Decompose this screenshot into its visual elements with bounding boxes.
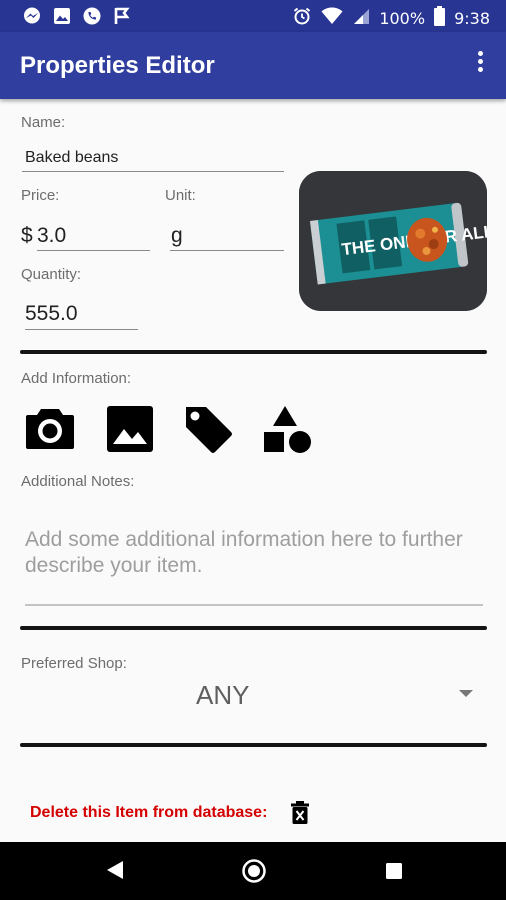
unit-field-underline [170,250,284,251]
messenger-icon [22,6,42,31]
chevron-down-icon[interactable] [459,690,473,697]
item-photo[interactable]: THE ONE FOR ALL [299,171,487,311]
notes-input[interactable]: Add some additional information here to … [25,527,465,579]
battery-icon [434,6,446,31]
delete-item-label: Delete this Item from database: [30,804,268,821]
camera-icon[interactable] [24,403,76,455]
preferred-shop-label: Preferred Shop: [21,655,127,672]
tag-icon[interactable] [182,403,234,455]
gallery-icon[interactable] [104,403,156,455]
wifi-icon [321,7,343,30]
shop-select[interactable]: ANY [196,680,249,711]
divider [20,350,487,354]
name-label: Name: [21,114,66,131]
overflow-menu-icon[interactable] [468,48,492,80]
currency-symbol: $ [21,224,33,247]
name-field[interactable]: Baked beans [25,149,118,167]
divider [20,626,487,630]
navigation-bar [0,842,506,900]
name-field-underline [22,171,284,172]
price-field-underline [37,250,150,251]
unit-label: Unit: [165,187,196,204]
price-label: Price: [21,187,60,204]
page-title: Properties Editor [20,52,215,79]
quantity-label: Quantity: [21,266,82,283]
phone-icon [82,6,102,31]
alarm-icon [292,6,312,31]
quantity-field-underline [25,329,138,330]
battery-percent: 100% [379,9,426,28]
additional-notes-label: Additional Notes: [21,473,135,490]
notes-input-underline [25,604,483,606]
add-information-label: Add Information: [21,370,132,387]
quantity-field[interactable]: 555.0 [25,302,78,326]
signal-icon [352,7,370,30]
home-icon[interactable] [241,858,267,889]
flag-icon [112,6,132,31]
app-bar: Properties Editor [0,32,506,99]
status-bar: 100% 9:38 [0,0,506,32]
delete-icon[interactable] [289,801,311,825]
category-icon[interactable] [261,403,313,455]
unit-field[interactable]: g [171,224,183,248]
divider [20,743,487,747]
recent-apps-icon[interactable] [385,862,403,885]
image-icon [52,6,72,31]
back-icon[interactable] [104,859,126,886]
clock: 9:38 [454,9,490,28]
price-field[interactable]: 3.0 [37,224,66,248]
